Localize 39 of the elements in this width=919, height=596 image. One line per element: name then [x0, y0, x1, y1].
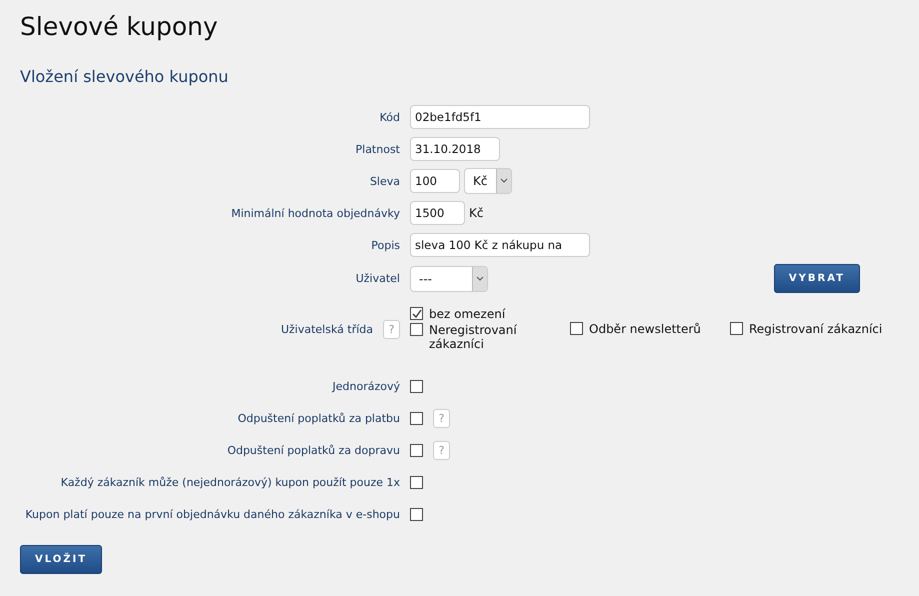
text-field[interactable]: sleva 100 Kč z nákupu na [410, 233, 590, 257]
caret-icon [496, 169, 511, 193]
field-label: Popis [370, 238, 400, 252]
checkbox[interactable] [410, 380, 423, 392]
section-title: Vložení slevového kuponu [20, 67, 230, 86]
page-title: Slevové kupony [20, 12, 219, 41]
field-label: Kód [378, 110, 400, 124]
checkbox[interactable] [730, 322, 743, 335]
checkbox[interactable] [570, 322, 583, 335]
checkbox-label: Odpuštení poplatků za dopravu [226, 444, 400, 456]
field-label: Platnost [354, 142, 400, 156]
caret-icon [472, 266, 487, 290]
option-label: Neregistrovaní zákazníci [429, 323, 518, 351]
select-button[interactable]: VYBRAT [774, 264, 860, 293]
option-label: Registrovaní zákazníci [749, 322, 882, 336]
option-label: Odběr newsletterů [589, 322, 701, 336]
user-select[interactable]: --- [410, 266, 488, 292]
field-label: Uživatel [354, 272, 400, 285]
amount-field[interactable]: 1500 [410, 201, 465, 225]
checkbox-label: Jednorázový [331, 380, 400, 392]
date-field[interactable]: 31.10.2018 [410, 137, 500, 161]
checkbox[interactable] [410, 323, 423, 336]
checkbox[interactable] [410, 444, 423, 456]
text-field[interactable]: 02be1fd5f1 [410, 105, 590, 129]
checkbox-label: Každý zákazník může (nejednorázový) kupon použít pouze 1x [60, 476, 400, 488]
option-label: bez omezení [429, 307, 506, 321]
checkbox-label: Kupon platí pouze na první objednávku daného zákazníka v e-shopu [24, 508, 400, 520]
discount-field[interactable]: 100 [410, 169, 460, 193]
unit-label: Kč [469, 206, 484, 220]
field-label: Minimální hodnota objednávky [230, 206, 400, 220]
checkbox-label: Odpuštení poplatků za platbu [236, 412, 400, 424]
field-label: Uživatelská třída [280, 322, 373, 336]
checkbox[interactable] [410, 412, 423, 424]
field-label: Sleva [368, 174, 400, 188]
checkbox[interactable] [410, 476, 423, 488]
unit-select[interactable]: Kč [464, 168, 512, 194]
insert-button[interactable]: VLOŽIT [20, 545, 102, 574]
checkbox[interactable] [410, 307, 423, 320]
checkbox[interactable] [410, 508, 423, 520]
